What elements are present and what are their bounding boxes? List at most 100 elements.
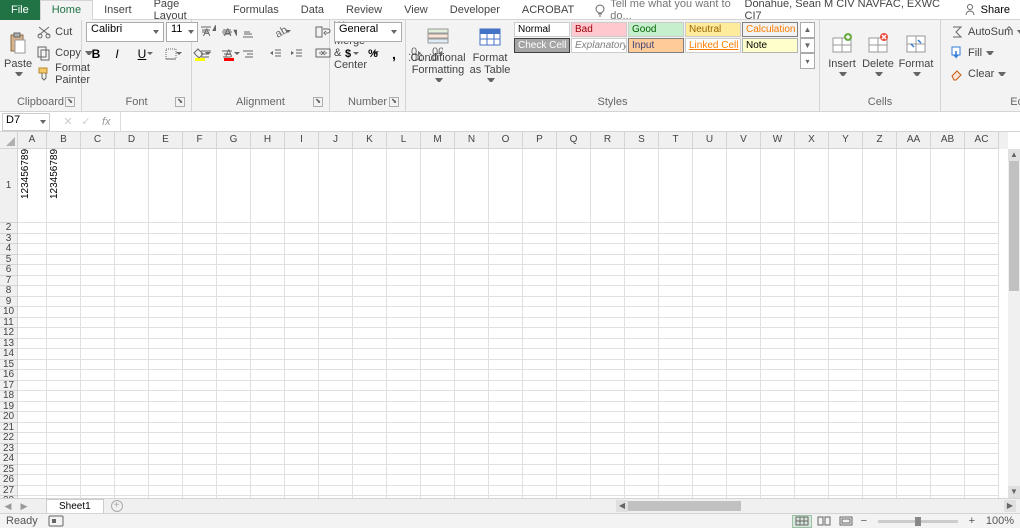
cell-E6[interactable]: [149, 265, 183, 276]
enter-formula-button[interactable]: ✓: [78, 115, 94, 128]
cell-U16[interactable]: [693, 370, 727, 381]
cell-Q19[interactable]: [557, 402, 591, 413]
cell-AC7[interactable]: [965, 276, 999, 287]
row-header-14[interactable]: 14: [0, 349, 18, 360]
align-bottom-button[interactable]: [238, 22, 258, 42]
cell-J17[interactable]: [319, 381, 353, 392]
delete-cells-button[interactable]: Delete: [860, 22, 896, 88]
cell-S16[interactable]: [625, 370, 659, 381]
col-header-F[interactable]: F: [183, 132, 217, 149]
cell-AB4[interactable]: [931, 244, 965, 255]
cell-O18[interactable]: [489, 391, 523, 402]
col-header-L[interactable]: L: [387, 132, 421, 149]
cell-C17[interactable]: [81, 381, 115, 392]
cell-AA9[interactable]: [897, 297, 931, 308]
cell-J18[interactable]: [319, 391, 353, 402]
cell-A22[interactable]: [18, 433, 47, 444]
cell-AC27[interactable]: [965, 486, 999, 497]
col-header-E[interactable]: E: [149, 132, 183, 149]
cell-X14[interactable]: [795, 349, 829, 360]
cell-H2[interactable]: [251, 223, 285, 234]
align-top-button[interactable]: [196, 22, 216, 42]
cell-AA20[interactable]: [897, 412, 931, 423]
cell-G15[interactable]: [217, 360, 251, 371]
cell-C7[interactable]: [81, 276, 115, 287]
cell-D21[interactable]: [115, 423, 149, 434]
cell-S2[interactable]: [625, 223, 659, 234]
cell-B14[interactable]: [47, 349, 81, 360]
cell-W26[interactable]: [761, 475, 795, 486]
cell-M18[interactable]: [421, 391, 455, 402]
col-header-M[interactable]: M: [421, 132, 455, 149]
cell-S11[interactable]: [625, 318, 659, 329]
col-header-Q[interactable]: Q: [557, 132, 591, 149]
cell-U12[interactable]: [693, 328, 727, 339]
cell-U25[interactable]: [693, 465, 727, 476]
cell-R17[interactable]: [591, 381, 625, 392]
cell-G23[interactable]: [217, 444, 251, 455]
cell-T15[interactable]: [659, 360, 693, 371]
cell-X10[interactable]: [795, 307, 829, 318]
cell-B16[interactable]: [47, 370, 81, 381]
format-cells-button[interactable]: Format: [896, 22, 936, 88]
cell-K19[interactable]: [353, 402, 387, 413]
cell-Y26[interactable]: [829, 475, 863, 486]
cell-K24[interactable]: [353, 454, 387, 465]
cell-B1[interactable]: 123456789: [47, 149, 81, 223]
cell-I6[interactable]: [285, 265, 319, 276]
cell-L24[interactable]: [387, 454, 421, 465]
zoom-slider[interactable]: [878, 520, 958, 523]
cell-G14[interactable]: [217, 349, 251, 360]
cell-A26[interactable]: [18, 475, 47, 486]
cell-I21[interactable]: [285, 423, 319, 434]
cell-V23[interactable]: [727, 444, 761, 455]
sheet-nav-prev[interactable]: ◀: [0, 501, 16, 512]
cell-P10[interactable]: [523, 307, 557, 318]
cell-U26[interactable]: [693, 475, 727, 486]
select-all-corner[interactable]: [0, 132, 18, 149]
cell-AB24[interactable]: [931, 454, 965, 465]
cell-S1[interactable]: [625, 149, 659, 223]
cell-H19[interactable]: [251, 402, 285, 413]
cell-I22[interactable]: [285, 433, 319, 444]
style-normal[interactable]: Normal: [514, 22, 570, 37]
cell-K9[interactable]: [353, 297, 387, 308]
cell-S9[interactable]: [625, 297, 659, 308]
cell-U7[interactable]: [693, 276, 727, 287]
cell-V5[interactable]: [727, 255, 761, 266]
cell-A8[interactable]: [18, 286, 47, 297]
cell-J27[interactable]: [319, 486, 353, 497]
cell-D6[interactable]: [115, 265, 149, 276]
cell-G4[interactable]: [217, 244, 251, 255]
cell-AC11[interactable]: [965, 318, 999, 329]
cell-L9[interactable]: [387, 297, 421, 308]
col-header-H[interactable]: H: [251, 132, 285, 149]
share-button[interactable]: Share: [953, 1, 1020, 19]
cell-U3[interactable]: [693, 234, 727, 245]
cell-AC19[interactable]: [965, 402, 999, 413]
cell-AB12[interactable]: [931, 328, 965, 339]
cell-AB6[interactable]: [931, 265, 965, 276]
cell-AA16[interactable]: [897, 370, 931, 381]
cell-E5[interactable]: [149, 255, 183, 266]
cell-X22[interactable]: [795, 433, 829, 444]
col-header-J[interactable]: J: [319, 132, 353, 149]
cell-L27[interactable]: [387, 486, 421, 497]
cell-R5[interactable]: [591, 255, 625, 266]
cell-E10[interactable]: [149, 307, 183, 318]
cell-X7[interactable]: [795, 276, 829, 287]
cell-F25[interactable]: [183, 465, 217, 476]
alignment-launcher[interactable]: ⬊: [313, 97, 323, 107]
cell-Y18[interactable]: [829, 391, 863, 402]
cell-J19[interactable]: [319, 402, 353, 413]
cell-F17[interactable]: [183, 381, 217, 392]
cell-W13[interactable]: [761, 339, 795, 350]
cell-F18[interactable]: [183, 391, 217, 402]
cell-F4[interactable]: [183, 244, 217, 255]
cell-T8[interactable]: [659, 286, 693, 297]
cell-G7[interactable]: [217, 276, 251, 287]
cell-Q27[interactable]: [557, 486, 591, 497]
cell-H4[interactable]: [251, 244, 285, 255]
cell-W17[interactable]: [761, 381, 795, 392]
cell-I18[interactable]: [285, 391, 319, 402]
